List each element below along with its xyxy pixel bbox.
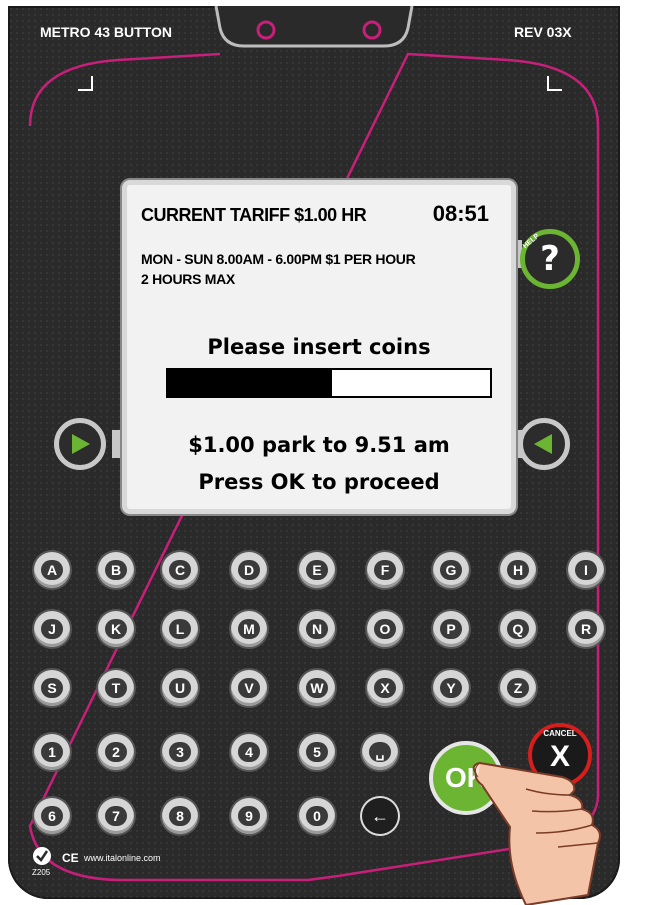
footer-code: Z205 — [32, 868, 51, 877]
insert-prompt: Please insert coins — [207, 335, 431, 359]
arrow-left-icon — [534, 434, 552, 454]
key-6[interactable]: 6 — [34, 798, 70, 834]
max-text: 2 HOURS MAX — [141, 271, 235, 287]
key-P[interactable]: P — [433, 611, 469, 647]
key-U[interactable]: U — [162, 670, 198, 706]
key-I[interactable]: I — [568, 552, 604, 588]
ok-instruction-text: Press OK to proceed — [198, 470, 440, 494]
key-3[interactable]: 3 — [162, 734, 198, 770]
key-9[interactable]: 9 — [231, 798, 267, 834]
key-L[interactable]: L — [162, 611, 198, 647]
key-5[interactable]: 5 — [299, 734, 335, 770]
key-S[interactable]: S — [34, 670, 70, 706]
key-2[interactable]: 2 — [98, 734, 134, 770]
logo-check-icon — [33, 847, 51, 865]
key-0[interactable]: 0 — [299, 798, 335, 834]
key-T[interactable]: T — [98, 670, 134, 706]
key-X[interactable]: X — [367, 670, 403, 706]
space-icon: ␣ — [369, 742, 391, 762]
key-backspace[interactable]: ← — [362, 798, 398, 834]
key-W[interactable]: W — [299, 670, 335, 706]
key-M[interactable]: M — [231, 611, 267, 647]
left-side-button[interactable] — [54, 418, 106, 470]
key-E[interactable]: E — [299, 552, 335, 588]
key-A[interactable]: A — [34, 552, 70, 588]
backspace-icon: ← — [371, 806, 389, 826]
model-label: METRO 43 BUTTON — [40, 24, 172, 40]
park-until-text: $1.00 park to 9.51 am — [188, 433, 450, 457]
key-B[interactable]: B — [98, 552, 134, 588]
key-D[interactable]: D — [231, 552, 267, 588]
tariff-text: CURRENT TARIFF $1.00 HR — [141, 205, 367, 225]
key-J[interactable]: J — [34, 611, 70, 647]
ce-mark: CE — [62, 851, 79, 865]
key-O[interactable]: O — [367, 611, 403, 647]
key-Q[interactable]: Q — [500, 611, 536, 647]
key-1[interactable]: 1 — [34, 734, 70, 770]
key-N[interactable]: N — [299, 611, 335, 647]
key-F[interactable]: F — [367, 552, 403, 588]
display-screen: CURRENT TARIFF $1.00 HR 08:51 MON - SUN … — [122, 180, 516, 514]
payment-progress-bar — [166, 368, 492, 398]
pointing-hand-icon — [472, 761, 601, 905]
question-icon: ? — [540, 239, 560, 279]
key-8[interactable]: 8 — [162, 798, 198, 834]
key-H[interactable]: H — [500, 552, 536, 588]
key-C[interactable]: C — [162, 552, 198, 588]
key-Z[interactable]: Z — [500, 670, 536, 706]
key-Y[interactable]: Y — [433, 670, 469, 706]
payment-progress-fill — [168, 370, 333, 396]
key-G[interactable]: G — [433, 552, 469, 588]
rev-label: REV 03X — [514, 24, 572, 40]
footer-url: www.italonline.com — [84, 853, 161, 863]
key-R[interactable]: R — [568, 611, 604, 647]
key-K[interactable]: K — [98, 611, 134, 647]
key-V[interactable]: V — [231, 670, 267, 706]
key-space[interactable]: ␣ — [362, 734, 398, 770]
clock-time: 08:51 — [432, 201, 489, 226]
hours-text: MON - SUN 8.00AM - 6.00PM $1 PER HOUR — [141, 251, 416, 267]
arrow-right-icon — [72, 434, 90, 454]
top-notch — [214, 6, 414, 48]
key-4[interactable]: 4 — [231, 734, 267, 770]
right-side-button[interactable] — [518, 418, 570, 470]
corner-mark-right — [547, 76, 562, 91]
corner-mark-left — [78, 76, 93, 91]
key-7[interactable]: 7 — [98, 798, 134, 834]
